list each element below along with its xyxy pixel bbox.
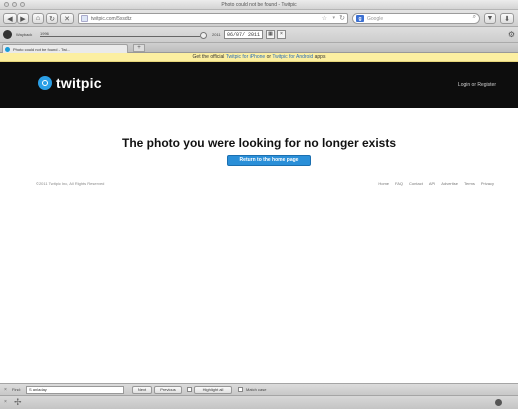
twitpic-favicon-icon bbox=[5, 46, 10, 52]
status-close-icon[interactable]: × bbox=[4, 399, 7, 405]
calendar-icon[interactable]: ▦ bbox=[266, 30, 275, 39]
footer-link-api[interactable]: API bbox=[429, 181, 435, 186]
footer-link-terms[interactable]: Terms bbox=[464, 181, 475, 186]
copyright-text: ©2011 Twitpic Inc, All Rights Reserved bbox=[36, 181, 105, 186]
downloads-button[interactable]: ⬇ bbox=[500, 13, 514, 24]
download-icon: ⬇ bbox=[504, 15, 510, 23]
match-case-label: Match case bbox=[246, 387, 267, 392]
find-input[interactable]: S anladay bbox=[26, 386, 124, 394]
footer-link-contact[interactable]: Contact bbox=[409, 181, 423, 186]
wayback-logo-icon[interactable] bbox=[3, 30, 12, 39]
promo-suffix: apps bbox=[314, 54, 326, 60]
reload-icon: ↻ bbox=[49, 15, 55, 23]
timeline-slider-track[interactable] bbox=[40, 36, 200, 37]
iphone-app-link[interactable]: Twitpic for iPhone bbox=[226, 54, 265, 60]
tab-label: Photo could not be found - Twi... bbox=[13, 46, 71, 52]
find-previous-button[interactable]: Previous bbox=[154, 386, 182, 394]
android-app-link[interactable]: Twitpic for Android bbox=[272, 54, 313, 60]
return-home-button[interactable]: Return to the home page bbox=[227, 155, 311, 166]
home-icon: ⌂ bbox=[35, 15, 41, 22]
back-button[interactable]: ◀ bbox=[3, 13, 17, 24]
url-refresh-icon[interactable]: ↻ bbox=[339, 14, 345, 22]
promo-prefix: Get the official bbox=[192, 54, 225, 60]
gear-icon[interactable]: ⚙ bbox=[508, 30, 515, 39]
wayback-label: Wayback bbox=[16, 32, 33, 37]
footer-link-advertise[interactable]: Advertise bbox=[441, 181, 458, 186]
addon-puzzle-icon[interactable]: ✢ bbox=[14, 397, 22, 408]
close-icon[interactable]: × bbox=[277, 30, 286, 39]
footer-link-faq[interactable]: FAQ bbox=[395, 181, 403, 186]
stop-button[interactable]: ✕ bbox=[60, 13, 74, 24]
reload-button[interactable]: ↻ bbox=[46, 13, 58, 24]
tab-current[interactable]: Photo could not be found - Twi... bbox=[2, 44, 128, 53]
home-toolbar-button[interactable]: ⌂ bbox=[32, 13, 44, 24]
status-indicator-icon[interactable] bbox=[495, 399, 502, 406]
search-bar[interactable]: g Google ⌕ bbox=[352, 13, 480, 24]
forward-button[interactable]: ▶ bbox=[17, 13, 29, 24]
wayback-toolbar: Wayback 1996 2011 06/07/ 2011 ▦ × ⚙ bbox=[0, 27, 518, 43]
twitpic-logo[interactable]: twitpic bbox=[38, 75, 102, 91]
url-dropdown-icon[interactable]: ▾ bbox=[332, 15, 335, 21]
brand-name: twitpic bbox=[56, 75, 102, 91]
window-title: Photo could not be found - Twitpic bbox=[221, 2, 297, 8]
find-bar: × Find: S anladay Next Previous Highligh… bbox=[0, 383, 518, 395]
highlight-all-button[interactable]: Highlight all bbox=[194, 386, 232, 394]
timeline-end-year: 2011 bbox=[212, 32, 221, 37]
bookmarks-button[interactable]: ▼ bbox=[484, 13, 496, 24]
app-promo-banner: Get the official Twitpic for iPhone or T… bbox=[0, 53, 518, 62]
url-text[interactable]: twitpic.com/5xsdtz bbox=[91, 16, 132, 22]
page-title: The photo you were looking for no longer… bbox=[121, 136, 397, 150]
bookmark-star-icon[interactable]: ☆ bbox=[322, 15, 327, 22]
forward-arrow-icon: ▶ bbox=[20, 15, 26, 23]
find-next-button[interactable]: Next bbox=[132, 386, 152, 394]
url-bar[interactable]: twitpic.com/5xsdtz ☆ ▾ ↻ bbox=[78, 13, 348, 24]
navigation-toolbar: ◀ ▶ ⌂ ↻ ✕ twitpic.com/5xsdtz ☆ ▾ ↻ g Goo… bbox=[0, 10, 518, 27]
status-bar: × ✢ bbox=[0, 395, 518, 409]
promo-or: or bbox=[266, 54, 272, 60]
footer-link-home[interactable]: Home bbox=[378, 181, 389, 186]
search-engine-icon[interactable]: g bbox=[356, 15, 364, 22]
back-arrow-icon: ◀ bbox=[7, 15, 13, 23]
window-titlebar: Photo could not be found - Twitpic bbox=[0, 0, 518, 10]
match-case-checkbox[interactable] bbox=[238, 387, 243, 392]
stop-icon: ✕ bbox=[64, 15, 70, 23]
find-label: Find: bbox=[12, 387, 21, 392]
twitpic-logo-icon bbox=[38, 76, 52, 90]
login-register-link[interactable]: Login or Register bbox=[458, 82, 496, 88]
footer-links: Home FAQ Contact API Advertise Terms Pri… bbox=[378, 181, 494, 186]
tab-bar: Photo could not be found - Twi... + bbox=[0, 43, 518, 53]
find-close-icon[interactable]: × bbox=[4, 387, 7, 393]
search-icon[interactable]: ⌕ bbox=[473, 14, 476, 21]
wayback-date-field[interactable]: 06/07/ 2011 bbox=[224, 30, 264, 39]
new-tab-button[interactable]: + bbox=[133, 44, 145, 52]
footer-link-privacy[interactable]: Privacy bbox=[481, 181, 494, 186]
timeline-slider-handle[interactable] bbox=[200, 32, 207, 39]
bookmarks-icon: ▼ bbox=[486, 15, 494, 22]
site-identity-icon[interactable] bbox=[81, 15, 88, 22]
search-placeholder[interactable]: Google bbox=[367, 16, 383, 22]
site-header: twitpic Login or Register bbox=[0, 62, 518, 108]
highlight-all-checkbox[interactable] bbox=[187, 387, 192, 392]
